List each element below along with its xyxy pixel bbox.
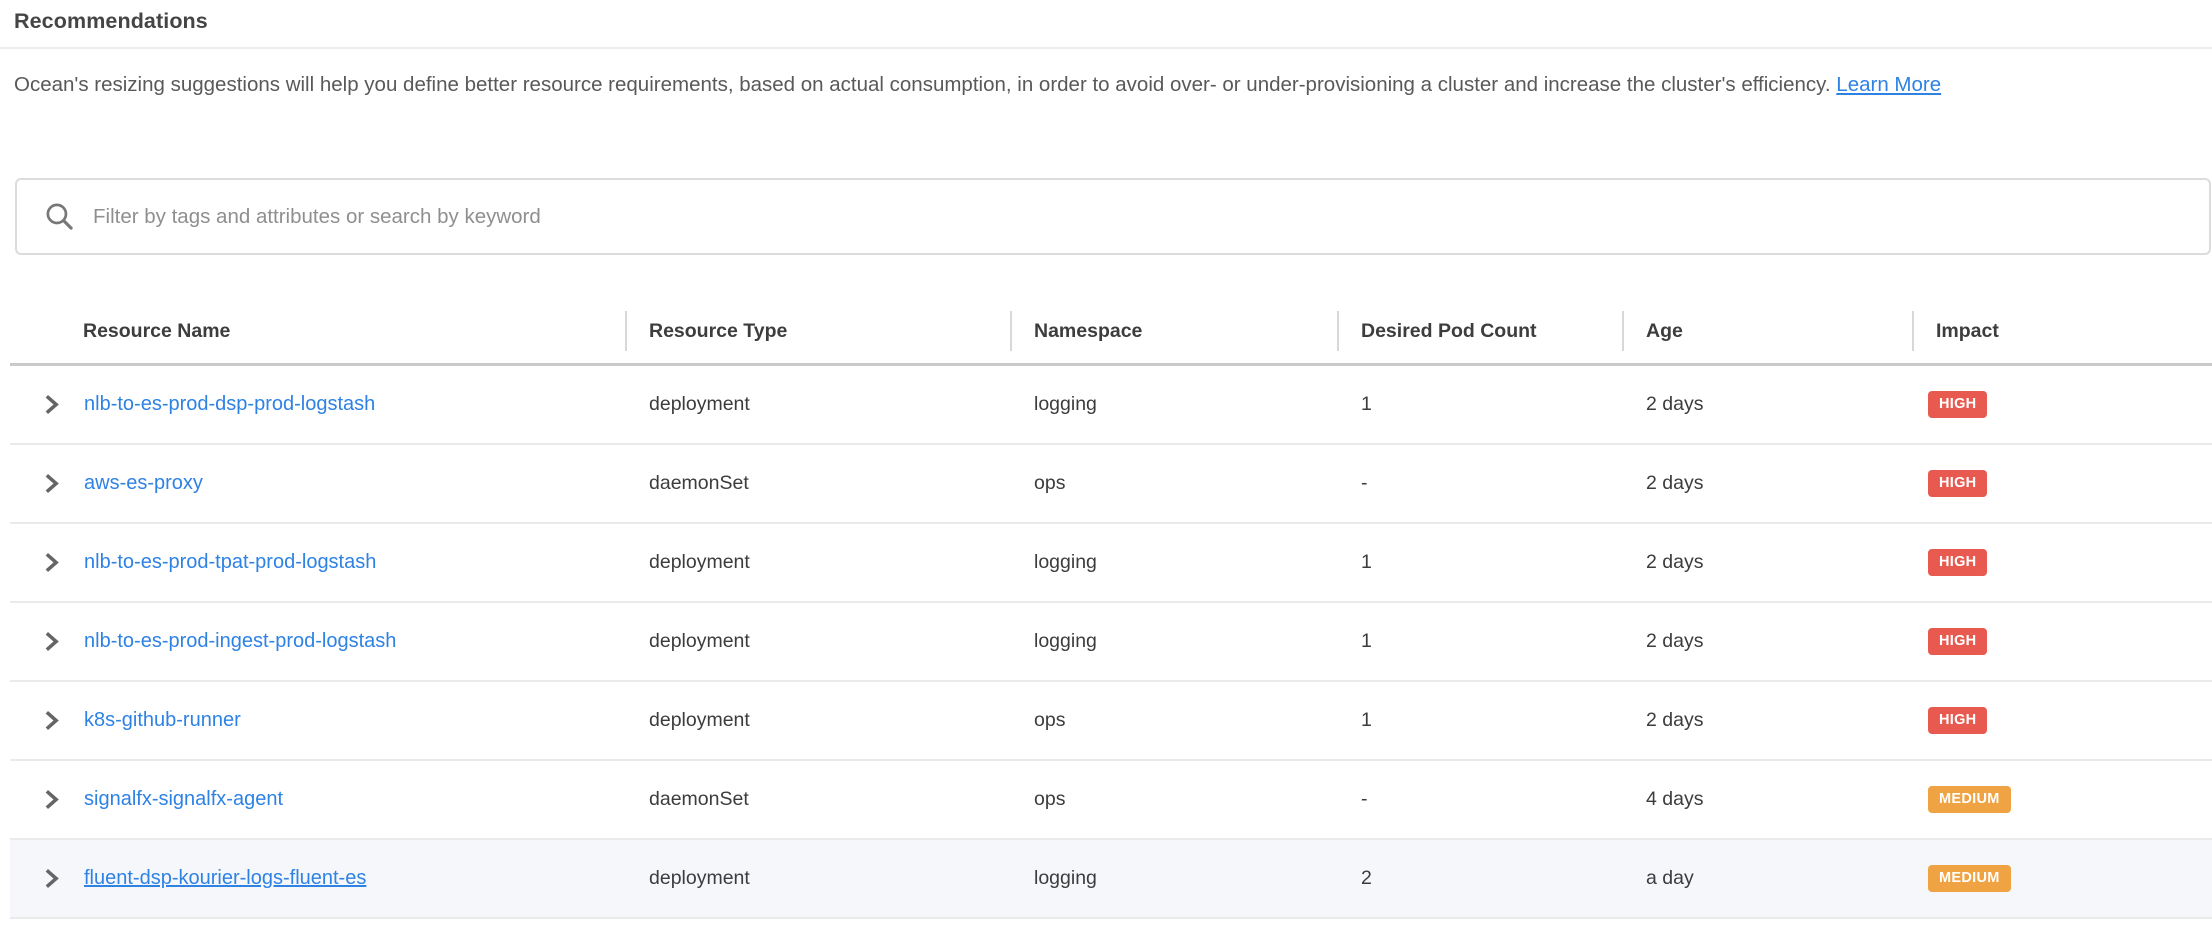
resource-type-cell: daemonSet <box>625 788 1010 811</box>
age-cell: 4 days <box>1622 788 1912 811</box>
table-row[interactable]: signalfx-signalfx-agent daemonSet ops - … <box>10 761 2212 840</box>
age-cell: 2 days <box>1622 709 1912 732</box>
age-cell: a day <box>1622 867 1912 890</box>
impact-badge: MEDIUM <box>1928 786 2011 813</box>
impact-cell: HIGH <box>1912 628 2212 655</box>
pod-count-cell: - <box>1337 788 1622 811</box>
search-bar[interactable] <box>15 178 2211 255</box>
impact-badge: HIGH <box>1928 549 1987 576</box>
namespace-cell: ops <box>1010 788 1337 811</box>
resource-type-cell: daemonSet <box>625 472 1010 495</box>
impact-badge: MEDIUM <box>1928 865 2011 892</box>
resource-name-cell: aws-es-proxy <box>10 472 625 495</box>
pod-count-cell: 1 <box>1337 709 1622 732</box>
resource-name-link[interactable]: aws-es-proxy <box>84 472 203 495</box>
resource-name-cell: signalfx-signalfx-agent <box>10 788 625 811</box>
expand-chevron-icon[interactable] <box>43 631 60 652</box>
expand-chevron-icon[interactable] <box>43 710 60 731</box>
search-input[interactable] <box>93 205 2189 229</box>
resource-name-cell: nlb-to-es-prod-ingest-prod-logstash <box>10 630 625 653</box>
expand-chevron-icon[interactable] <box>43 552 60 573</box>
namespace-cell: logging <box>1010 867 1337 890</box>
impact-cell: HIGH <box>1912 549 2212 576</box>
pod-count-cell: 1 <box>1337 551 1622 574</box>
table-row[interactable]: fluent-dsp-kourier-logs-fluent-es deploy… <box>10 840 2212 919</box>
resource-name-cell: nlb-to-es-prod-tpat-prod-logstash <box>10 551 625 574</box>
pod-count-cell: 1 <box>1337 630 1622 653</box>
resource-name-cell: fluent-dsp-kourier-logs-fluent-es <box>10 867 625 890</box>
table-body: nlb-to-es-prod-dsp-prod-logstash deploym… <box>10 366 2212 919</box>
impact-cell: HIGH <box>1912 391 2212 418</box>
age-cell: 2 days <box>1622 551 1912 574</box>
resource-name-cell: k8s-github-runner <box>10 709 625 732</box>
column-header-age: Age <box>1622 299 1912 363</box>
column-header-resource-type: Resource Type <box>625 299 1010 363</box>
impact-cell: MEDIUM <box>1912 865 2212 892</box>
resource-name-link[interactable]: nlb-to-es-prod-ingest-prod-logstash <box>84 630 396 653</box>
resource-name-link[interactable]: fluent-dsp-kourier-logs-fluent-es <box>84 867 366 890</box>
resource-name-link[interactable]: signalfx-signalfx-agent <box>84 788 283 811</box>
namespace-cell: ops <box>1010 472 1337 495</box>
description-text: Ocean's resizing suggestions will help y… <box>14 73 1831 96</box>
table-row[interactable]: nlb-to-es-prod-ingest-prod-logstash depl… <box>10 603 2212 682</box>
impact-badge: HIGH <box>1928 707 1987 734</box>
expand-chevron-icon[interactable] <box>43 473 60 494</box>
learn-more-link[interactable]: Learn More <box>1836 73 1941 96</box>
recommendations-page: Recommendations Ocean's resizing suggest… <box>0 0 2212 940</box>
column-header-resource-name: Resource Name <box>10 299 625 363</box>
resource-name-link[interactable]: nlb-to-es-prod-tpat-prod-logstash <box>84 551 376 574</box>
impact-cell: HIGH <box>1912 707 2212 734</box>
resource-name-link[interactable]: nlb-to-es-prod-dsp-prod-logstash <box>84 393 375 416</box>
resource-name-cell: nlb-to-es-prod-dsp-prod-logstash <box>10 393 625 416</box>
age-cell: 2 days <box>1622 393 1912 416</box>
namespace-cell: logging <box>1010 551 1337 574</box>
page-description: Ocean's resizing suggestions will help y… <box>14 71 1964 98</box>
namespace-cell: ops <box>1010 709 1337 732</box>
recommendations-table: Resource Name Resource Type Namespace De… <box>10 255 2212 919</box>
resource-name-link[interactable]: k8s-github-runner <box>84 709 241 732</box>
resource-type-cell: deployment <box>625 393 1010 416</box>
table-row[interactable]: nlb-to-es-prod-dsp-prod-logstash deploym… <box>10 366 2212 445</box>
column-header-desired-pod-count: Desired Pod Count <box>1337 299 1622 363</box>
resource-type-cell: deployment <box>625 867 1010 890</box>
pod-count-cell: 1 <box>1337 393 1622 416</box>
resource-type-cell: deployment <box>625 709 1010 732</box>
page-title: Recommendations <box>14 9 2198 34</box>
impact-cell: MEDIUM <box>1912 786 2212 813</box>
column-header-impact: Impact <box>1912 299 2212 363</box>
age-cell: 2 days <box>1622 630 1912 653</box>
resource-type-cell: deployment <box>625 630 1010 653</box>
impact-badge: HIGH <box>1928 628 1987 655</box>
namespace-cell: logging <box>1010 630 1337 653</box>
expand-chevron-icon[interactable] <box>43 789 60 810</box>
search-icon <box>44 201 75 232</box>
pod-count-cell: - <box>1337 472 1622 495</box>
table-row[interactable]: k8s-github-runner deployment ops 1 2 day… <box>10 682 2212 761</box>
age-cell: 2 days <box>1622 472 1912 495</box>
resource-type-cell: deployment <box>625 551 1010 574</box>
page-header: Recommendations <box>0 0 2212 49</box>
column-header-namespace: Namespace <box>1010 299 1337 363</box>
impact-badge: HIGH <box>1928 470 1987 497</box>
table-header-row: Resource Name Resource Type Namespace De… <box>10 255 2212 366</box>
namespace-cell: logging <box>1010 393 1337 416</box>
pod-count-cell: 2 <box>1337 867 1622 890</box>
table-row[interactable]: aws-es-proxy daemonSet ops - 2 days HIGH <box>10 445 2212 524</box>
expand-chevron-icon[interactable] <box>43 394 60 415</box>
impact-badge: HIGH <box>1928 391 1987 418</box>
table-row[interactable]: nlb-to-es-prod-tpat-prod-logstash deploy… <box>10 524 2212 603</box>
expand-chevron-icon[interactable] <box>43 868 60 889</box>
impact-cell: HIGH <box>1912 470 2212 497</box>
